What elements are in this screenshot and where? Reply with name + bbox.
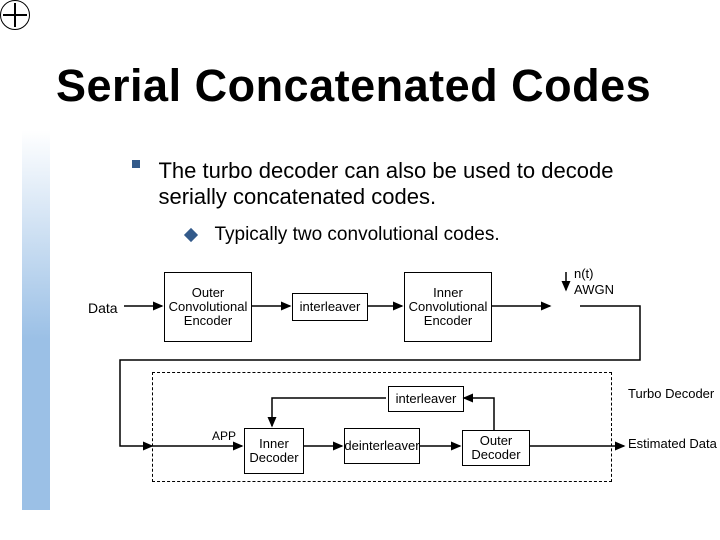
- plus-icon: [0, 0, 30, 30]
- turbo-decoder-group: [152, 372, 612, 482]
- bullet-level1: The turbo decoder can also be used to de…: [132, 158, 678, 210]
- interleaver-feedback-block: interleaver: [388, 386, 464, 412]
- turbo-decoder-label: Turbo Decoder: [628, 386, 714, 401]
- bullet-text-sub: Typically two convolutional codes.: [214, 224, 499, 246]
- bullet-text-main: The turbo decoder can also be used to de…: [158, 158, 678, 210]
- app-label: APP: [212, 429, 236, 443]
- estimated-data-label: Estimated Data: [628, 436, 717, 451]
- diamond-bullet-icon: [184, 228, 198, 242]
- accent-bar: [22, 130, 50, 510]
- bullet-level2: Typically two convolutional codes.: [186, 224, 500, 246]
- slide-title: Serial Concatenated Codes: [56, 60, 651, 112]
- interleaver-encoder-block: interleaver: [292, 293, 368, 321]
- outer-encoder-block: Outer Convolutional Encoder: [164, 272, 252, 342]
- inner-decoder-block: Inner Decoder: [244, 428, 304, 474]
- adder-node: [0, 0, 28, 28]
- noise-label-top: n(t): [574, 266, 594, 281]
- deinterleaver-block: deinterleaver: [344, 428, 420, 464]
- outer-decoder-block: Outer Decoder: [462, 430, 530, 466]
- data-input-label: Data: [88, 300, 118, 316]
- noise-label-bot: AWGN: [574, 282, 614, 297]
- square-bullet-icon: [132, 160, 140, 168]
- inner-encoder-block: Inner Convolutional Encoder: [404, 272, 492, 342]
